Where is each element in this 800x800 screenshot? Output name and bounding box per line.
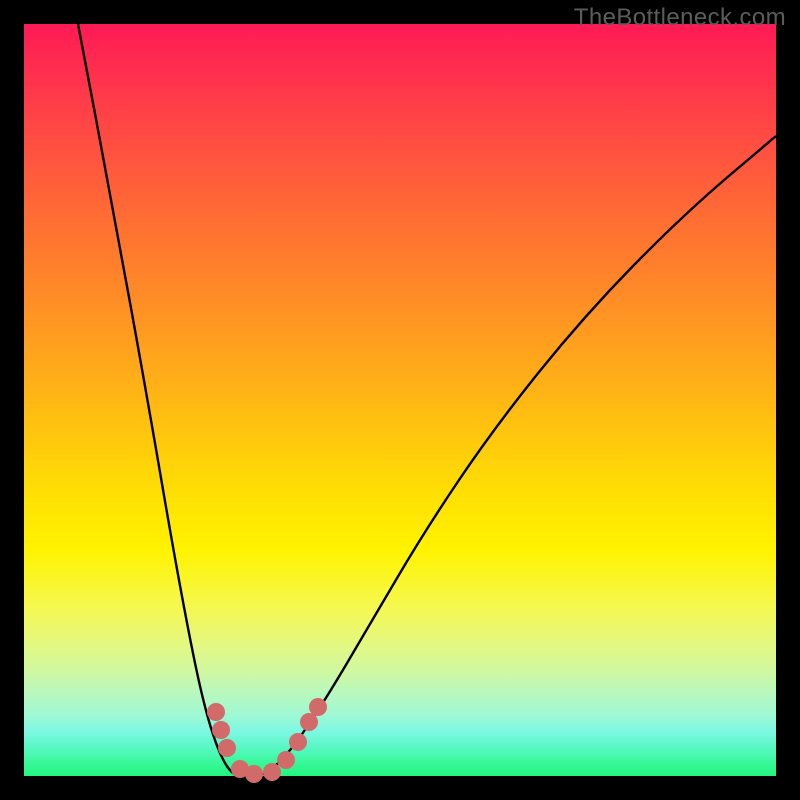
data-marker <box>300 713 318 731</box>
curve-right-branch <box>256 136 776 776</box>
data-marker <box>289 733 307 751</box>
data-marker <box>245 765 263 783</box>
data-marker <box>309 698 327 716</box>
chart-overlay <box>24 24 776 776</box>
marker-group <box>207 698 327 783</box>
curve-left-branch <box>78 24 256 776</box>
data-marker <box>277 751 295 769</box>
watermark-label: TheBottleneck.com <box>574 4 786 32</box>
data-marker <box>218 739 236 757</box>
data-marker <box>263 763 281 781</box>
data-marker <box>207 703 225 721</box>
data-marker <box>212 721 230 739</box>
